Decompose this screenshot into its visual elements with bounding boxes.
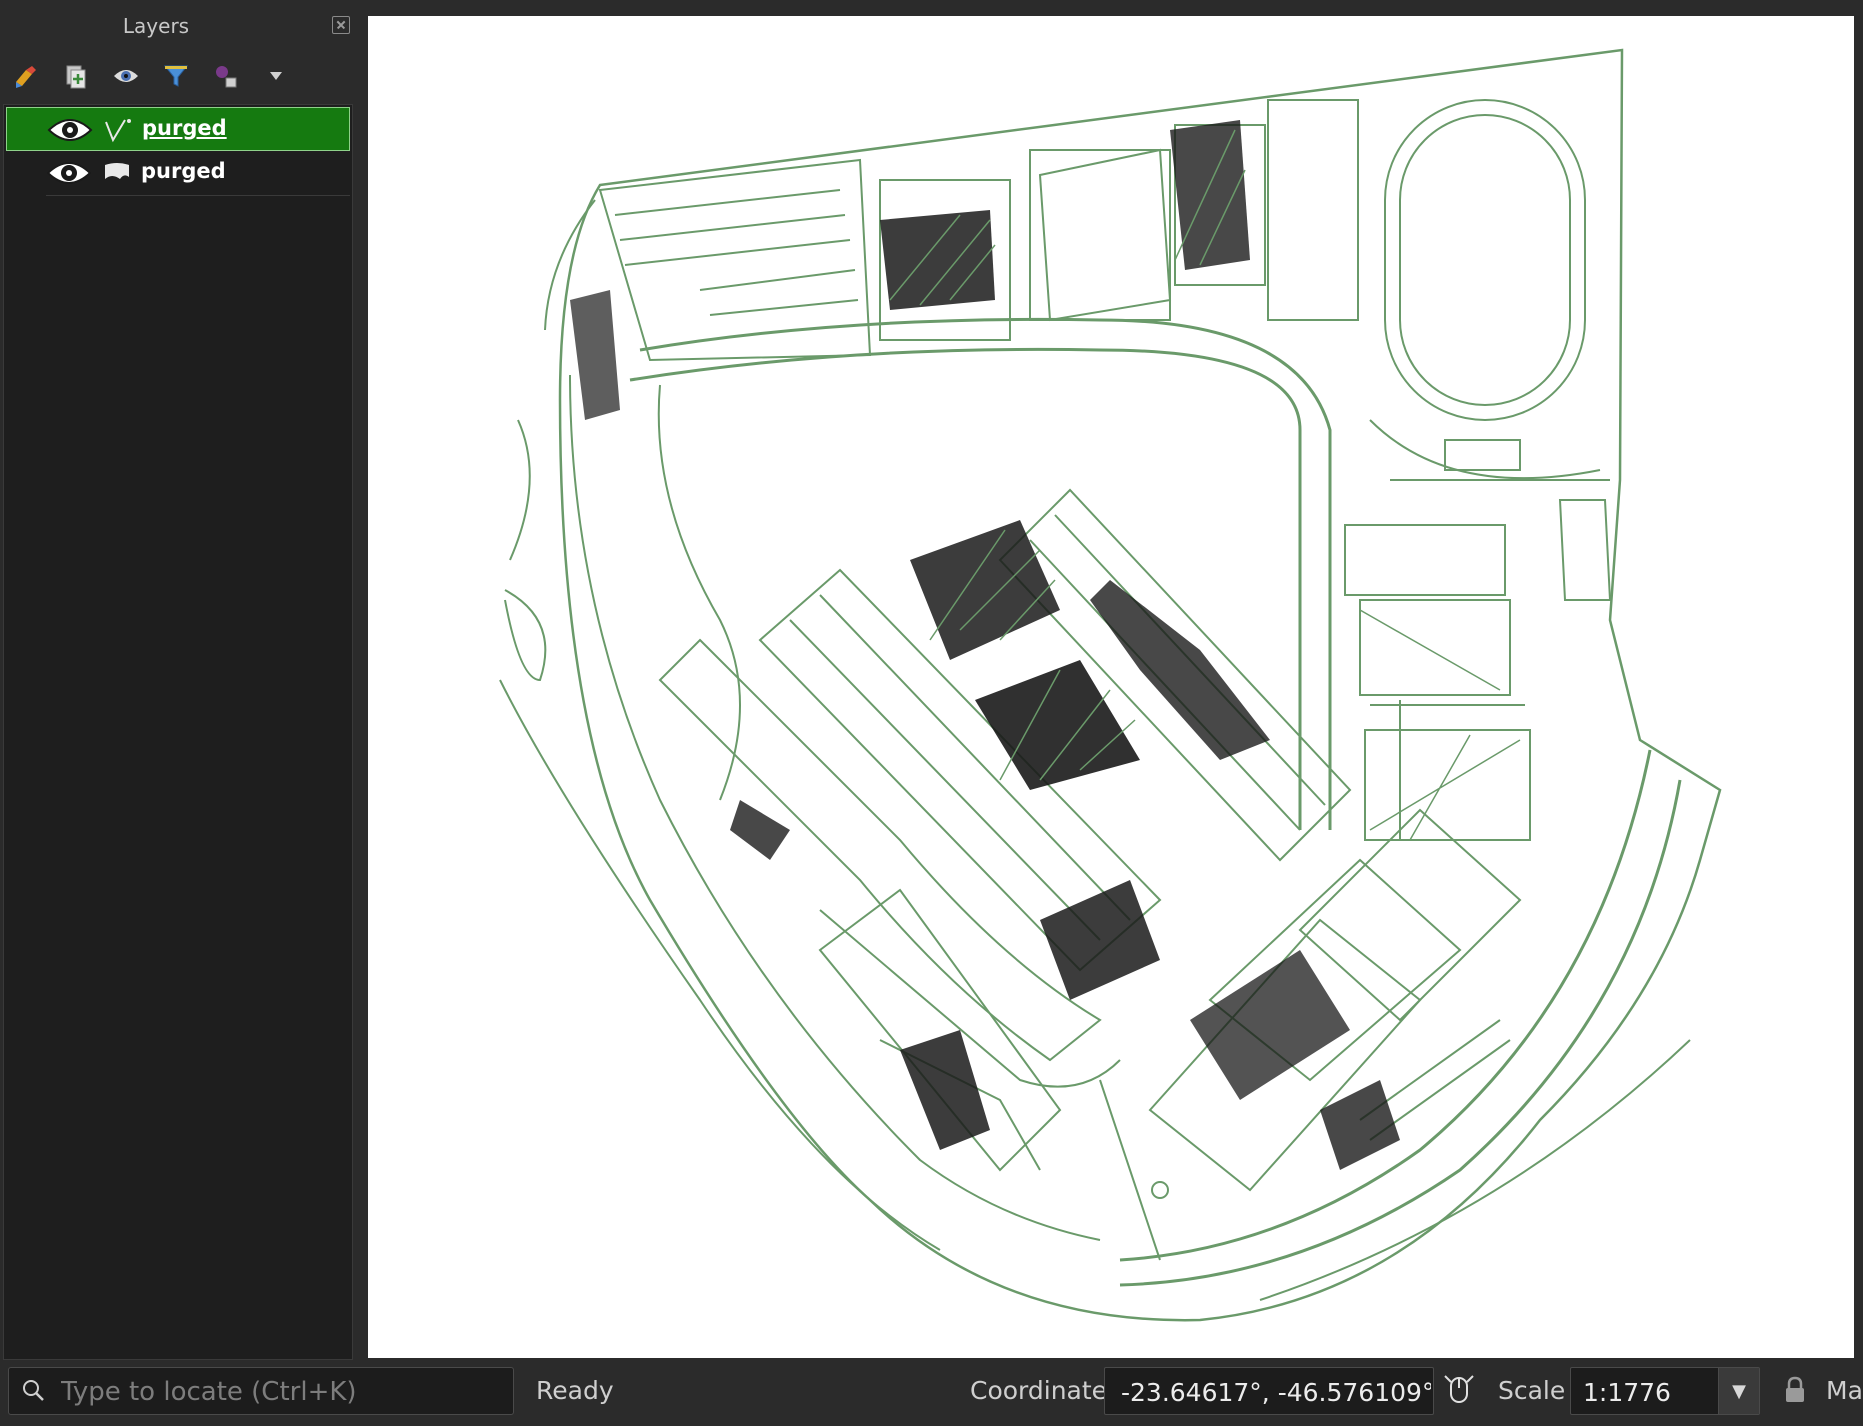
site-plan-drawing	[499, 48, 1722, 1322]
toggle-extents-icon[interactable]	[1442, 1372, 1476, 1408]
line-layer-icon	[105, 119, 131, 143]
coordinate-field[interactable]	[1104, 1367, 1434, 1415]
locator-bar[interactable]	[8, 1367, 514, 1415]
layer-name: purged	[142, 116, 227, 140]
manage-visibility-icon[interactable]	[108, 58, 144, 94]
coordinate-label: Coordinate	[970, 1376, 1108, 1405]
map-canvas[interactable]	[368, 16, 1854, 1358]
layer-name: purged	[141, 159, 226, 183]
scale-input[interactable]	[1581, 1374, 1715, 1410]
search-icon	[23, 1380, 44, 1401]
layer-item-purged-polygons[interactable]: purged	[6, 151, 350, 196]
eye-icon[interactable]	[46, 157, 92, 189]
scale-combobox[interactable]: ▼	[1570, 1367, 1760, 1415]
layer-item-purged-lines[interactable]: purged	[6, 107, 350, 151]
chevron-down-icon[interactable]	[258, 58, 294, 94]
chevron-down-icon[interactable]: ▼	[1718, 1368, 1759, 1414]
status-message: Ready	[536, 1376, 614, 1405]
add-group-icon[interactable]	[58, 58, 94, 94]
polygon-layer-icon	[105, 163, 129, 179]
eye-icon[interactable]	[47, 114, 93, 146]
layer-tree: purged purged	[3, 104, 353, 1360]
style-brush-icon[interactable]	[8, 58, 44, 94]
lock-scale-icon[interactable]	[1784, 1376, 1806, 1404]
locator-input[interactable]	[59, 1374, 503, 1410]
layers-panel: Layers purged purged	[0, 0, 358, 1362]
filter-expression-icon[interactable]	[208, 58, 244, 94]
coordinate-input[interactable]	[1119, 1374, 1433, 1410]
close-panel-icon[interactable]	[332, 16, 350, 34]
layers-toolbar	[8, 58, 294, 94]
scale-label: Scale	[1498, 1376, 1566, 1405]
status-bar: Ready Coordinate Scale ▼ Ma	[0, 1362, 1863, 1426]
filter-legend-icon[interactable]	[158, 58, 194, 94]
panel-title: Layers	[122, 14, 190, 38]
magnifier-label: Ma	[1826, 1376, 1863, 1405]
